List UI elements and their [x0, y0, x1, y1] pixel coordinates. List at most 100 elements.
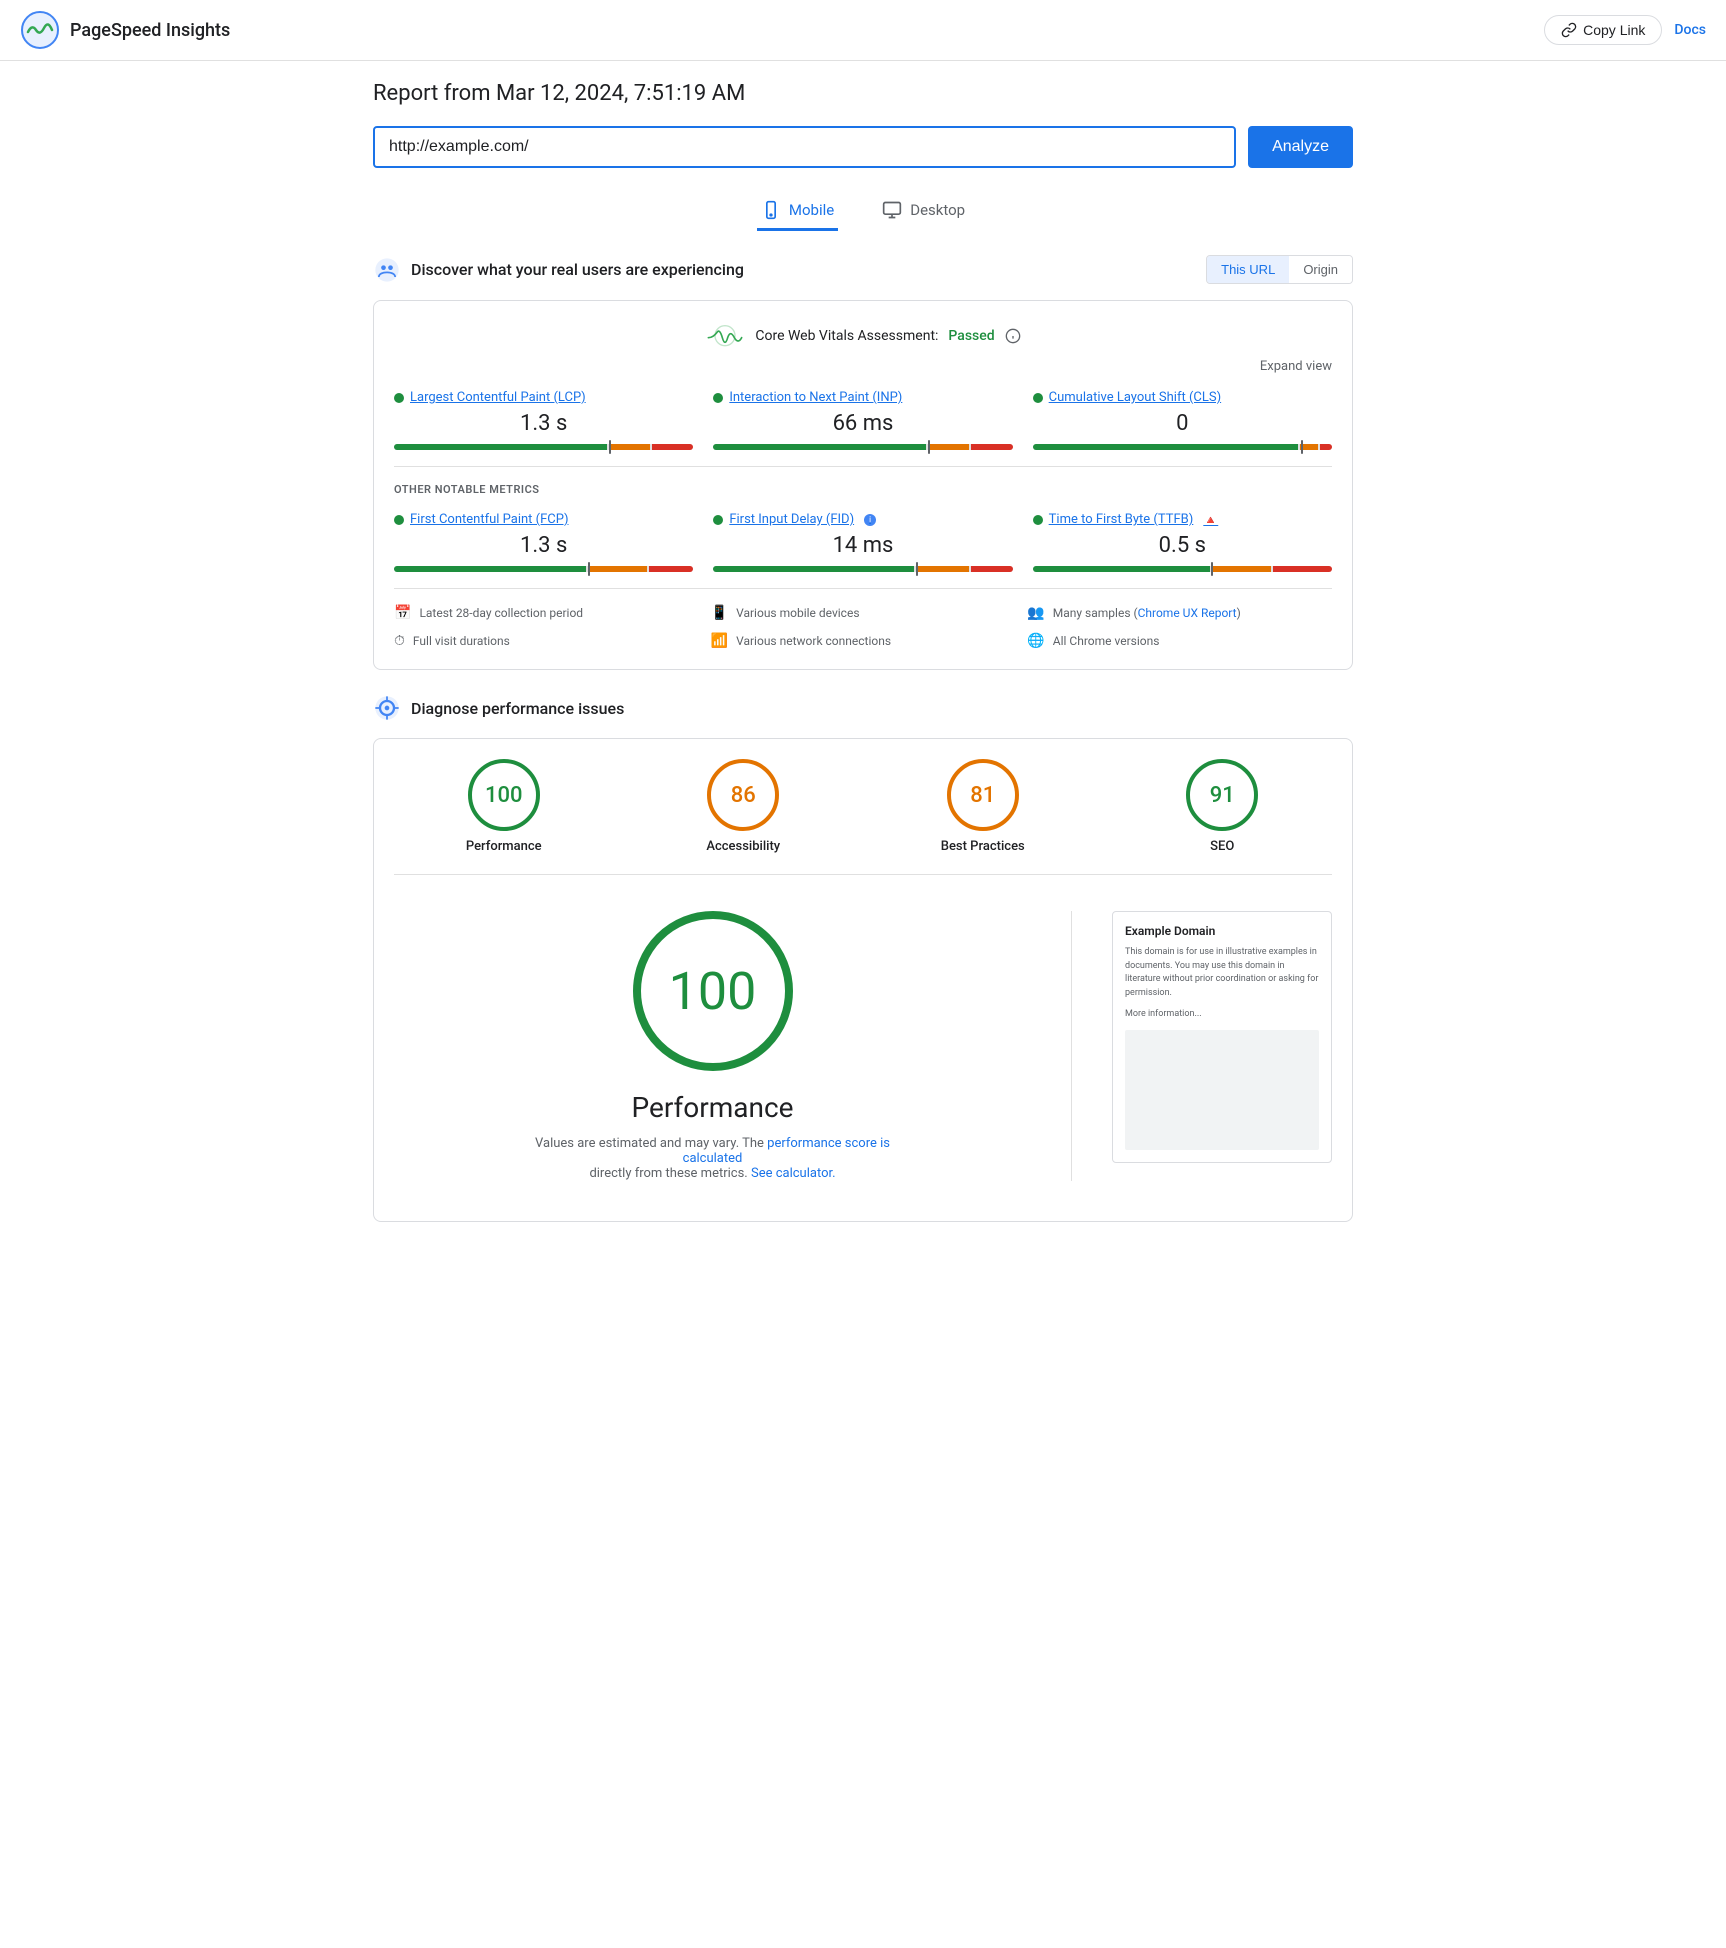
big-score-circle: 100: [633, 911, 793, 1071]
metric-value: 14 ms: [713, 533, 1012, 558]
screenshot-text-line2: More information...: [1125, 1008, 1319, 1022]
app-header: PageSpeed Insights Copy Link Docs: [0, 0, 1726, 61]
score-label: Performance: [466, 839, 542, 854]
info-icon-3: ⏱: [394, 633, 405, 649]
desktop-icon: [882, 200, 902, 220]
info-text: All Chrome versions: [1053, 634, 1160, 648]
metric-bar: [713, 444, 1012, 450]
metric-label[interactable]: First Input Delay (FID)i: [713, 512, 1012, 527]
screenshot-text-line1: This domain is for use in illustrative e…: [1125, 946, 1319, 1000]
info-label: Various network connections: [736, 634, 891, 648]
info-icon-4: 📶: [711, 633, 728, 649]
calculator-link[interactable]: See calculator.: [751, 1166, 836, 1181]
metric-item: First Input Delay (FID)i 14 ms: [713, 512, 1012, 572]
metric-name: First Input Delay (FID): [729, 512, 854, 527]
metric-bar-wrapper: [1033, 566, 1332, 572]
bar-marker: [916, 562, 918, 576]
metric-bar-wrapper: [394, 444, 693, 450]
screenshot-card: Example Domain This domain is for use in…: [1112, 911, 1332, 1163]
metric-item: First Contentful Paint (FCP) 1.3 s: [394, 512, 693, 572]
metric-item: Interaction to Next Paint (INP) 66 ms: [713, 390, 1012, 450]
bar-green: [394, 444, 607, 450]
performance-section: 100 Performance Values are estimated and…: [394, 891, 1332, 1201]
metric-item: Largest Contentful Paint (LCP) 1.3 s: [394, 390, 693, 450]
bar-marker: [1301, 440, 1303, 454]
cwv-info-icon[interactable]: [1005, 328, 1021, 344]
info-label: Latest 28-day collection period: [419, 606, 583, 620]
info-item: 📅 Latest 28-day collection period: [394, 605, 699, 621]
score-item-best-practices[interactable]: 81 Best Practices: [873, 759, 1093, 854]
diagnose-card: 100 Performance 86 Accessibility 81 Best…: [373, 738, 1353, 1222]
metric-dot: [1033, 515, 1043, 525]
main-content: Report from Mar 12, 2024, 7:51:19 AM Ana…: [343, 61, 1383, 1266]
toggle-origin[interactable]: Origin: [1289, 256, 1352, 283]
metric-item: Cumulative Layout Shift (CLS) 0: [1033, 390, 1332, 450]
url-origin-toggle: This URL Origin: [1206, 255, 1353, 284]
bar-green: [1033, 566, 1210, 572]
tab-desktop[interactable]: Desktop: [878, 192, 969, 231]
info-item: 👥 Many samples (Chrome UX Report): [1027, 605, 1332, 621]
metric-name: First Contentful Paint (FCP): [410, 512, 569, 527]
metric-name: Interaction to Next Paint (INP): [729, 390, 902, 405]
chrome-ux-link[interactable]: Chrome UX Report: [1138, 606, 1237, 620]
metric-bar-wrapper: [394, 566, 693, 572]
device-tabs: Mobile Desktop: [373, 192, 1353, 231]
bar-marker: [928, 440, 930, 454]
analyze-button[interactable]: Analyze: [1248, 126, 1353, 168]
info-text: Latest 28-day collection period: [419, 606, 583, 620]
perf-desc-mid: directly from these metrics.: [589, 1166, 747, 1181]
bar-red: [652, 444, 693, 450]
score-item-seo[interactable]: 91 SEO: [1113, 759, 1333, 854]
notable-metrics-label: OTHER NOTABLE METRICS: [394, 483, 1332, 496]
tab-mobile[interactable]: Mobile: [757, 192, 838, 231]
metric-label[interactable]: Interaction to Next Paint (INP): [713, 390, 1012, 405]
metric-label[interactable]: Time to First Byte (TTFB)🔺: [1033, 512, 1332, 527]
pulse-chart-icon: [705, 321, 745, 351]
tab-mobile-label: Mobile: [789, 201, 834, 219]
cwv-label: Core Web Vitals Assessment:: [755, 328, 938, 344]
link-icon: [1561, 22, 1577, 38]
metric-label[interactable]: Cumulative Layout Shift (CLS): [1033, 390, 1332, 405]
metric-bar: [1033, 444, 1332, 450]
score-item-performance[interactable]: 100 Performance: [394, 759, 614, 854]
info-icon-2: 👥: [1027, 605, 1044, 621]
url-input[interactable]: [373, 126, 1236, 168]
metric-bar-wrapper: [1033, 444, 1332, 450]
bar-red: [971, 444, 1012, 450]
scores-grid: 100 Performance 86 Accessibility 81 Best…: [394, 759, 1332, 854]
screenshot-domain: Example Domain: [1125, 924, 1319, 938]
big-score-value: 100: [669, 961, 757, 1022]
info-icon-5: 🌐: [1027, 633, 1044, 649]
expand-view-button[interactable]: Expand view: [394, 359, 1332, 374]
bar-green: [713, 566, 914, 572]
cwv-metrics-grid: Largest Contentful Paint (LCP) 1.3 s Int…: [394, 390, 1332, 450]
copy-link-button[interactable]: Copy Link: [1544, 15, 1662, 45]
score-item-accessibility[interactable]: 86 Accessibility: [634, 759, 854, 854]
crux-section-title: Discover what your real users are experi…: [411, 260, 744, 279]
diagnose-icon: [373, 694, 401, 722]
score-value: 100: [485, 783, 523, 808]
docs-link[interactable]: Docs: [1674, 22, 1706, 38]
toggle-this-url[interactable]: This URL: [1207, 256, 1289, 283]
copy-link-label: Copy Link: [1583, 22, 1645, 38]
metric-dot: [713, 515, 723, 525]
info-item: 🌐 All Chrome versions: [1027, 633, 1332, 649]
metric-dot: [394, 393, 404, 403]
screenshot-image: [1125, 1030, 1319, 1150]
score-circle: 100: [468, 759, 540, 831]
metric-label[interactable]: Largest Contentful Paint (LCP): [394, 390, 693, 405]
metric-bar-wrapper: [713, 444, 1012, 450]
bar-marker: [1211, 562, 1213, 576]
bar-red: [1320, 444, 1332, 450]
score-circle: 81: [947, 759, 1019, 831]
info-text: Various network connections: [736, 634, 891, 648]
logo-group: PageSpeed Insights: [20, 10, 230, 50]
bar-marker: [588, 562, 590, 576]
metric-bar: [394, 566, 693, 572]
perf-left: 100 Performance Values are estimated and…: [394, 911, 1031, 1181]
info-item: 📶 Various network connections: [711, 633, 1016, 649]
metric-label[interactable]: First Contentful Paint (FCP): [394, 512, 693, 527]
bar-marker: [609, 440, 611, 454]
perf-title: Performance: [632, 1091, 794, 1124]
score-label: SEO: [1210, 839, 1234, 854]
